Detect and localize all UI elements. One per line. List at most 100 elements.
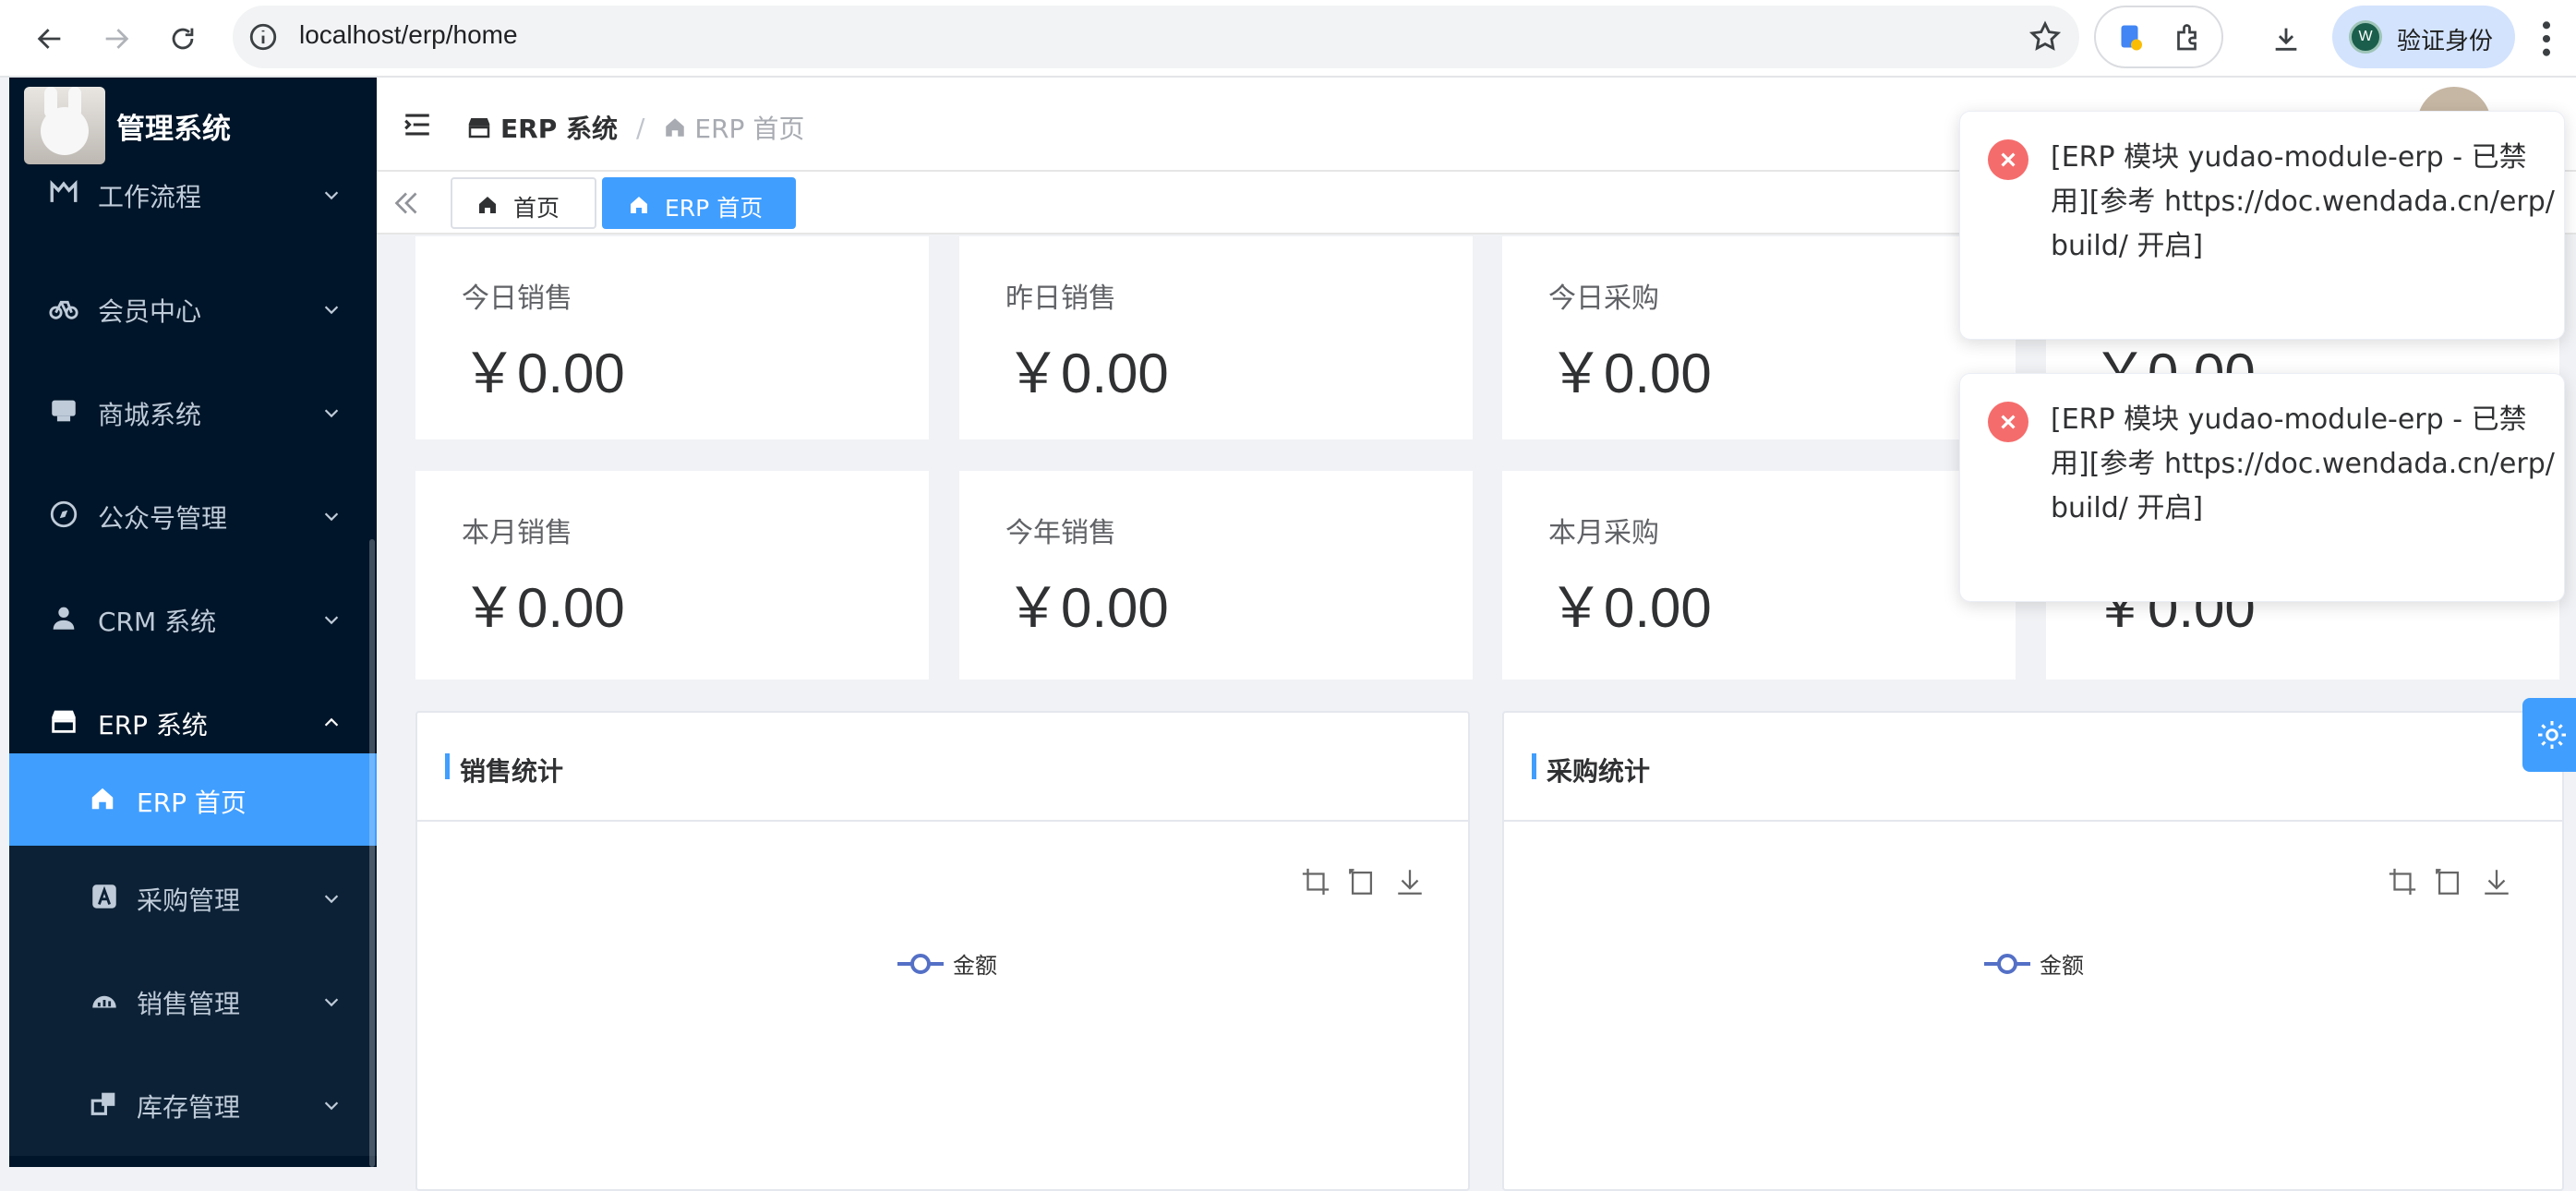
extension-file-icon[interactable]: [2114, 21, 2148, 54]
browser-menu-icon[interactable]: [2537, 18, 2556, 59]
sidebar-subitem-inventory[interactable]: 库存管理: [9, 1053, 377, 1156]
stat-card-today-sales: 今日销售 ￥0.00: [415, 236, 929, 439]
stat-label: 今日采购: [1548, 283, 1659, 315]
chart-legend[interactable]: 金额: [897, 947, 997, 980]
profile-label: 验证身份: [2397, 28, 2494, 55]
download-icon[interactable]: [1394, 866, 1426, 897]
sidebar-item-label: 商城系统: [98, 400, 202, 430]
stat-value: ￥0.00: [462, 343, 625, 404]
tab-home[interactable]: 首页: [451, 177, 596, 229]
stat-label: 今年销售: [1005, 517, 1116, 549]
store-icon: [52, 710, 76, 733]
stat-card-yesterday-sales: 昨日销售 ￥0.00: [959, 236, 1473, 439]
site-info-icon[interactable]: [247, 21, 279, 53]
bookmark-star-icon[interactable]: [2028, 19, 2063, 54]
sidebar-item-mall[interactable]: 商城系统: [9, 362, 377, 465]
puzzle-icon[interactable]: [2172, 21, 2205, 54]
breadcrumb-erp-system[interactable]: ERP 系统: [500, 109, 618, 146]
sidebar-subitem-erp-home[interactable]: ERP 首页: [9, 753, 377, 846]
sidebar-subitem-sales[interactable]: 销售管理: [9, 949, 377, 1053]
download-button[interactable]: [2260, 13, 2312, 65]
browser-toolbar: localhost/erp/home W 验证身份: [0, 0, 2576, 78]
breadcrumb-separator: /: [635, 112, 645, 143]
chevron-down-icon: [324, 998, 339, 1007]
inventory-icon: [90, 1092, 115, 1115]
profile-chip[interactable]: W 验证身份: [2332, 6, 2515, 68]
stat-value: ￥0.00: [1548, 343, 1712, 404]
breadcrumb: ERP 系统 / ERP 首页: [465, 109, 804, 146]
title-accent-bar: [1532, 753, 1536, 779]
download-icon[interactable]: [2481, 866, 2512, 897]
chevron-down-icon: [324, 512, 339, 522]
stat-label: 本月采购: [1548, 517, 1659, 549]
legend-label: 金额: [953, 953, 997, 979]
tab-erp-home[interactable]: ERP 首页: [602, 177, 796, 229]
legend-label: 金额: [2040, 953, 2084, 979]
tab-label: ERP 首页: [665, 195, 764, 222]
stat-label: 本月销售: [462, 517, 572, 549]
extensions-group: [2094, 6, 2223, 68]
legend-line-marker-icon: [897, 953, 944, 974]
bicycle-icon: [49, 300, 78, 319]
sidebar-item-official-account[interactable]: 公众号管理: [9, 465, 377, 569]
panel-title: 采购统计: [1547, 756, 1651, 787]
url-text[interactable]: localhost/erp/home: [299, 20, 518, 50]
chevron-down-icon: [324, 895, 339, 904]
stat-label: 昨日销售: [1005, 283, 1116, 315]
workflow-icon: [50, 179, 78, 202]
stat-card-month-sales: 本月销售 ￥0.00: [415, 471, 929, 680]
logo: [24, 87, 105, 164]
forward-arrow-icon: [105, 29, 129, 49]
home-icon: [479, 197, 496, 213]
back-arrow-icon: [37, 29, 61, 49]
tab-label: 首页: [513, 195, 560, 222]
chevron-down-icon: [324, 191, 339, 200]
forward-button[interactable]: [90, 13, 142, 65]
user-icon: [53, 607, 75, 630]
zoom-icon[interactable]: [1300, 866, 1331, 897]
panel-header: 采购统计: [1504, 713, 2562, 822]
download-icon: [2275, 28, 2297, 51]
double-chevron-left-icon[interactable]: [390, 186, 423, 220]
back-button[interactable]: [24, 13, 76, 65]
shop-icon: [52, 400, 76, 422]
address-bar[interactable]: localhost/erp/home: [233, 6, 2079, 68]
breadcrumb-erp-home: ERP 首页: [694, 114, 805, 144]
sidebar-scrollbar[interactable]: [369, 539, 375, 1167]
purchase-stats-panel: 采购统计 金额: [1502, 711, 2564, 1191]
error-circle-icon: [1988, 402, 2028, 442]
error-circle-icon: [1988, 139, 2028, 180]
sidebar-item-workflow[interactable]: 工作流程: [9, 161, 377, 264]
close-x-icon: [2001, 152, 2016, 167]
stat-card-today-purchase: 今日采购 ￥0.00: [1502, 236, 2016, 439]
restore-icon[interactable]: [2433, 866, 2464, 897]
sidebar-subitem-purchase[interactable]: 采购管理: [9, 846, 377, 949]
sales-stats-panel: 销售统计 金额: [415, 711, 1470, 1191]
stat-card-month-purchase: 本月采购 ￥0.00: [1502, 471, 2016, 680]
sidebar-item-label: 库存管理: [137, 1092, 241, 1123]
gear-icon: [2538, 721, 2566, 749]
title-accent-bar: [445, 753, 450, 779]
settings-float-button[interactable]: [2522, 698, 2576, 772]
notification-message: [ERP 模块 yudao-module-erp - 已禁用][参考 https…: [2051, 141, 2555, 262]
sidebar-item-label: 公众号管理: [98, 503, 228, 534]
panel-header: 销售统计: [417, 713, 1468, 822]
notification-message: [ERP 模块 yudao-module-erp - 已禁用][参考 https…: [2051, 403, 2555, 524]
restore-icon[interactable]: [1346, 866, 1378, 897]
error-notification: [ERP 模块 yudao-module-erp - 已禁用][参考 https…: [1959, 373, 2565, 602]
sidebar-item-label: 采购管理: [137, 885, 241, 916]
chart-legend[interactable]: 金额: [1984, 947, 2084, 980]
zoom-icon[interactable]: [2387, 866, 2418, 897]
sidebar-item-label: 工作流程: [98, 182, 202, 212]
sidebar-item-label: 会员中心: [98, 296, 202, 327]
sales-icon: [92, 995, 116, 1008]
sidebar-item-member-center[interactable]: 会员中心: [9, 259, 377, 362]
purchase-icon: [92, 884, 116, 908]
reload-button[interactable]: [157, 13, 209, 65]
sidebar-item-label: 销售管理: [137, 989, 241, 1019]
chevron-up-icon: [324, 717, 339, 727]
collapse-menu-icon[interactable]: [401, 109, 434, 140]
sidebar-item-crm[interactable]: CRM 系统: [9, 569, 377, 672]
chevron-down-icon: [324, 1101, 339, 1111]
sidebar: 管理系统 工作流程 会员中心 商城系统 公众号管理 CRM 系统 ERP 系统 …: [9, 78, 377, 1167]
